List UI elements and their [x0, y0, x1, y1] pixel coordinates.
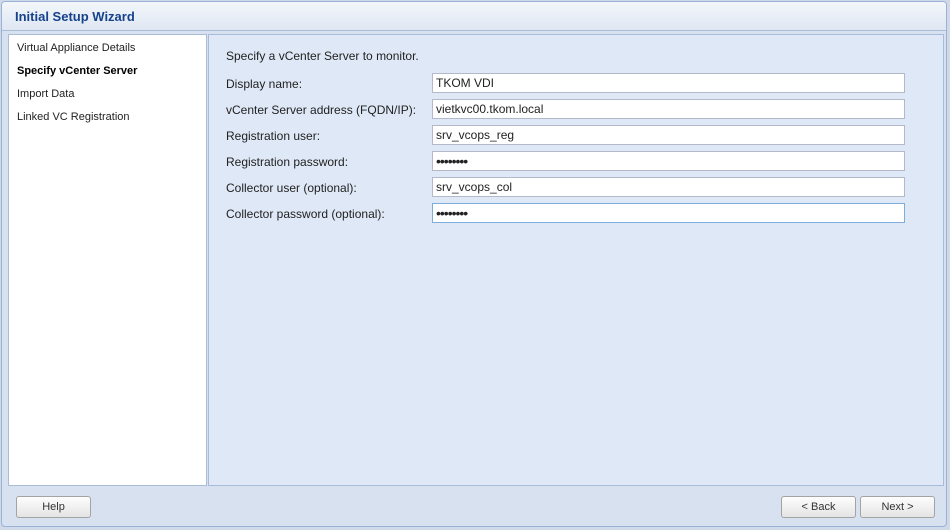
vcenter-address-label: vCenter Server address (FQDN/IP):: [226, 103, 417, 117]
registration-user-field[interactable]: srv_vcops_reg: [432, 125, 905, 145]
sidebar-item-virtual-appliance-details[interactable]: Virtual Appliance Details: [17, 42, 135, 54]
sidebar-item-specify-vcenter-server[interactable]: Specify vCenter Server: [17, 65, 137, 77]
registration-password-field[interactable]: ••••••••: [432, 151, 905, 171]
display-name-field[interactable]: TKOM VDI: [432, 73, 905, 93]
vcenter-form-panel: Specify a vCenter Server to monitor. Dis…: [208, 34, 944, 486]
sidebar-item-import-data[interactable]: Import Data: [17, 88, 74, 100]
window-title: Initial Setup Wizard: [15, 9, 135, 24]
collector-user-label: Collector user (optional):: [226, 181, 357, 195]
vcenter-address-field[interactable]: vietkvc00.tkom.local: [432, 99, 905, 119]
title-bar: Initial Setup Wizard: [2, 2, 946, 31]
display-name-label: Display name:: [226, 77, 303, 91]
collector-password-field[interactable]: ••••••••: [432, 203, 905, 223]
registration-user-label: Registration user:: [226, 129, 321, 143]
form-intro-text: Specify a vCenter Server to monitor.: [226, 49, 419, 63]
back-button[interactable]: < Back: [781, 496, 856, 518]
collector-user-field[interactable]: srv_vcops_col: [432, 177, 905, 197]
wizard-steps-sidebar: Virtual Appliance Details Specify vCente…: [8, 34, 207, 486]
collector-password-label: Collector password (optional):: [226, 207, 385, 221]
wizard-window: Initial Setup Wizard Virtual Appliance D…: [1, 1, 947, 527]
next-button[interactable]: Next >: [860, 496, 935, 518]
registration-password-label: Registration password:: [226, 155, 349, 169]
help-button[interactable]: Help: [16, 496, 91, 518]
sidebar-item-linked-vc-registration[interactable]: Linked VC Registration: [17, 111, 130, 123]
